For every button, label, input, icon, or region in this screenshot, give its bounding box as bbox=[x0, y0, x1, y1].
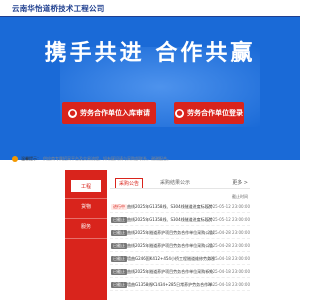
notice-text: 供应商专属招采平台及交易流程，如有疑问请与采购部联系，谢谢配合。 bbox=[43, 156, 171, 161]
deadline-column-header: 截止时间 bbox=[232, 194, 248, 199]
notice-label: 温馨提示： bbox=[21, 156, 41, 161]
status-badge: 已截止 bbox=[111, 230, 127, 236]
list-item-date: 2025-05-12 23:00:00 bbox=[207, 217, 250, 222]
top-header: 云南华怡道桥技术工程公司 bbox=[0, 0, 300, 17]
person-icon: ● bbox=[68, 108, 77, 118]
list-item-date: 2025-05-12 23:00:00 bbox=[207, 204, 250, 209]
notice-bar: 温馨提示： 供应商专属招采平台及交易流程，如有疑问请与采购部联系，谢谢配合。 bbox=[12, 152, 288, 166]
status-badge: 已截止 bbox=[111, 243, 127, 249]
sidebar-divider bbox=[65, 238, 107, 239]
sidebar-item-goods[interactable]: 货物 bbox=[71, 200, 101, 212]
banner-slogan: 携手共进 合作共赢 bbox=[44, 40, 256, 66]
list-item-title[interactable]: 曲线2025年隧道养护项目劳务合作单位采购公告 bbox=[127, 243, 219, 249]
login-button-label: 劳务合作单位登录 bbox=[187, 109, 243, 117]
sidebar-item-engineering[interactable]: 工程 bbox=[71, 180, 101, 192]
tab-divider bbox=[110, 188, 250, 189]
status-badge: 已截止 bbox=[111, 269, 127, 275]
login-button[interactable]: ● 劳务合作单位登录 bbox=[174, 102, 244, 124]
list-item-date: 2025-04-18 23:00:00 bbox=[207, 256, 250, 261]
status-badge: 进行中 bbox=[111, 204, 127, 210]
sidebar-divider bbox=[65, 218, 107, 219]
more-link[interactable]: 更多 > bbox=[232, 179, 248, 186]
register-button-label: 劳务合作单位入库审请 bbox=[80, 109, 150, 117]
bell-icon bbox=[12, 156, 18, 162]
list-item-title[interactable]: 曲线2025年隧道养护项目劳务合作单位采购补充公告 bbox=[127, 269, 219, 275]
list-item[interactable]: 已截止 曲线2025年隧道养护项目劳务合作单位采购公告(第二批) 2025-04… bbox=[110, 227, 250, 239]
status-badge: 已截止 bbox=[111, 256, 127, 262]
list-item-date: 2025-04-18 23:00:00 bbox=[207, 282, 250, 287]
list-item-title[interactable]: 墙曲G1358线K1434+285日常养护劳务合作单位采购公告 bbox=[127, 282, 219, 288]
list-item-date: 2025-04-28 23:00:00 bbox=[207, 230, 250, 235]
status-badge: 已截止 bbox=[111, 217, 127, 223]
register-button[interactable]: ● 劳务合作单位入库审请 bbox=[62, 102, 156, 124]
person-icon: ● bbox=[175, 108, 184, 118]
list-item[interactable]: 已截止 墙曲G246国K412+454小桥工程隧道维修劳务合作单位采购公告(二次… bbox=[110, 253, 250, 265]
sidebar-item-services[interactable]: 服务 bbox=[71, 220, 101, 232]
category-sidebar: 工程 货物 服务 bbox=[65, 170, 107, 300]
hero-banner: 携手共进 合作共赢 bbox=[0, 17, 300, 160]
list-item[interactable]: 已截止 曲线2025年隧道养护项目劳务合作单位采购公告 2025-04-28 2… bbox=[110, 240, 250, 252]
site-logo[interactable]: 云南华怡道桥技术工程公司 bbox=[12, 3, 104, 14]
announcement-panel: 采购公告 采购结果公示 更多 > 截止时间 进行中 曲线2025年G1358线、… bbox=[110, 170, 250, 300]
tab-procurement-result[interactable]: 采购结果公示 bbox=[157, 178, 193, 187]
list-item-title[interactable]: 曲线2025年隧道养护项目劳务合作单位采购公告(第二批) bbox=[127, 230, 219, 236]
status-badge: 已截止 bbox=[111, 282, 127, 288]
list-item-title[interactable]: 墙曲G246国K412+454小桥工程隧道维修劳务合作单位采购公告(二次) bbox=[127, 256, 219, 262]
tab-bar: 采购公告 采购结果公示 更多 > bbox=[110, 178, 250, 189]
list-item-title[interactable]: 曲线2025年G1358线、S304线隧道进度标段劳务分包采购公告 bbox=[127, 217, 219, 223]
list-item[interactable]: 进行中 曲线2025年G1358线、S304线隧道进度标段劳务分包采购公告 20… bbox=[110, 201, 250, 213]
list-item-date: 2025-04-18 23:00:00 bbox=[207, 269, 250, 274]
list-item-title[interactable]: 曲线2025年G1358线、S304线隧道进度标段劳务分包采购公告 bbox=[127, 204, 219, 210]
list-item[interactable]: 已截止 墙曲G1358线K1434+285日常养护劳务合作单位采购公告 2025… bbox=[110, 279, 250, 291]
list-item-date: 2025-04-28 23:00:00 bbox=[207, 243, 250, 248]
sidebar-divider bbox=[65, 198, 107, 199]
list-item[interactable]: 已截止 曲线2025年隧道养护项目劳务合作单位采购补充公告 2025-04-18… bbox=[110, 266, 250, 278]
list-item[interactable]: 已截止 曲线2025年G1358线、S304线隧道进度标段劳务分包采购公告 20… bbox=[110, 214, 250, 226]
